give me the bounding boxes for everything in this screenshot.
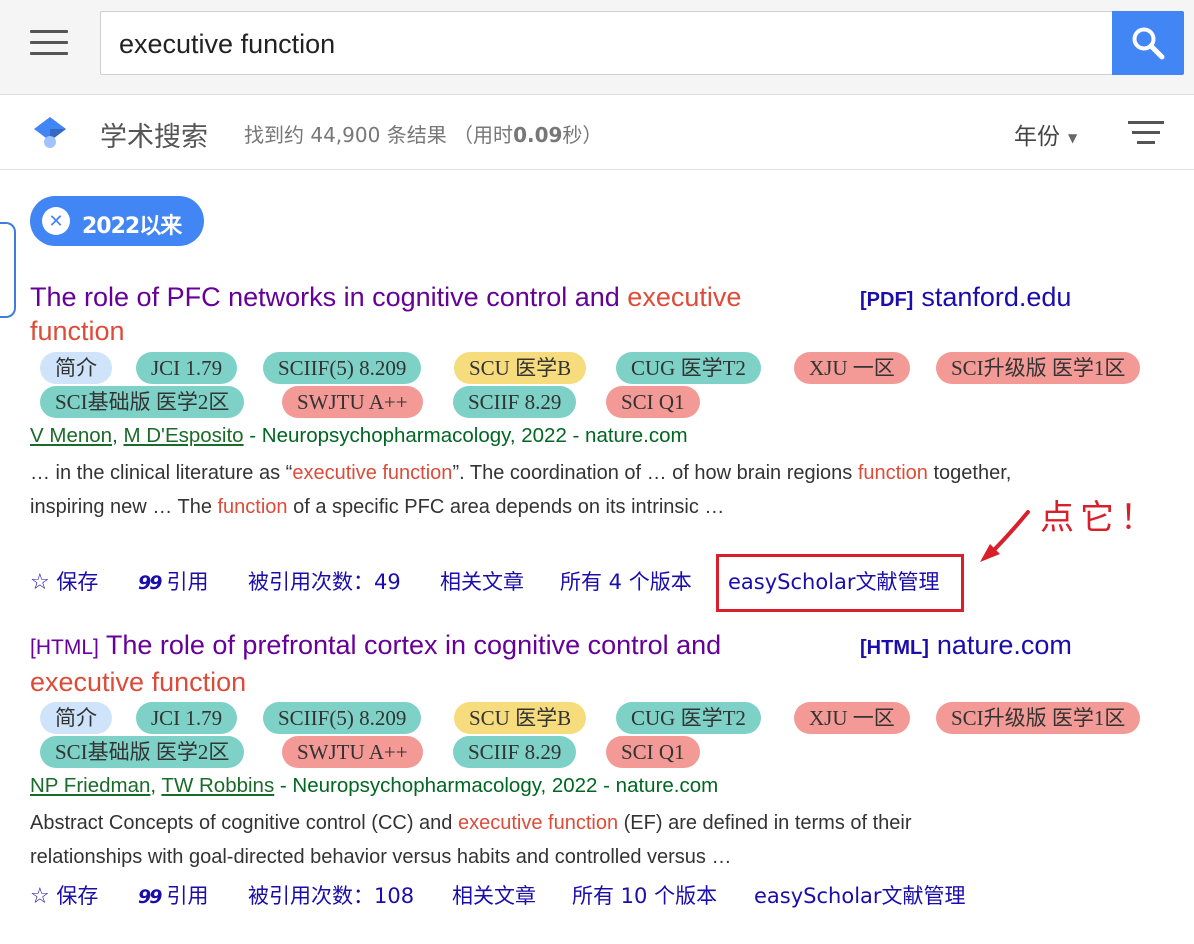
tag-xju: XJU 一区 xyxy=(794,702,910,734)
tag-summary[interactable]: 简介 xyxy=(40,352,112,384)
snippet-highlight: executive function xyxy=(457,812,619,834)
cited-by-link[interactable]: 被引用次数：49 xyxy=(248,566,401,596)
menu-icon[interactable] xyxy=(30,30,68,56)
title-highlight: executive xyxy=(627,282,742,312)
tag-sciif: SCIIF 8.29 xyxy=(453,386,577,418)
tag-sci-basic: SCI基础版 医学2区 xyxy=(40,386,245,418)
year-filter-chip[interactable]: ✕ 2022以来 xyxy=(30,196,204,246)
annotation-text: 点它！ xyxy=(1040,498,1160,538)
result-meta: NP Friedman, TW Robbins - Neuropsychopha… xyxy=(30,774,719,797)
chevron-down-icon: ▼ xyxy=(1068,130,1078,145)
scholar-logo-icon[interactable] xyxy=(32,115,68,149)
related-articles-link[interactable]: 相关文章 xyxy=(440,566,524,596)
author-link[interactable]: M D'Esposito xyxy=(123,424,243,447)
related-articles-link[interactable]: 相关文章 xyxy=(452,880,536,910)
snippet-text: of a specific PFC area depends on its in… xyxy=(287,496,725,518)
title-text: The role of prefrontal cortex in cogniti… xyxy=(105,630,722,660)
tag-jci: JCI 1.79 xyxy=(136,352,238,384)
quote-icon: 99 xyxy=(138,886,162,908)
all-versions-link[interactable]: 所有 10 个版本 xyxy=(572,880,717,910)
tag-sci-q1: SCI Q1 xyxy=(606,386,700,418)
top-search-bar xyxy=(0,0,1194,95)
year-filter-label: 年份 xyxy=(1014,124,1060,150)
save-label: 保存 xyxy=(56,884,99,908)
chip-label: 2022以来 xyxy=(82,214,182,239)
fulltext-source: nature.com xyxy=(936,630,1072,660)
tag-swjtu: SWJTU A++ xyxy=(282,386,423,418)
tag-sci-upgrade: SCI升级版 医学1区 xyxy=(936,702,1141,734)
result-venue: - Neuropsychopharmacology, 2022 - nature… xyxy=(243,424,688,447)
tag-scu: SCU 医学B xyxy=(454,702,587,734)
result-count: 找到约 44,900 条结果 （用时0.09秒） xyxy=(244,119,602,148)
title-highlight: function xyxy=(30,316,125,346)
tag-jci: JCI 1.79 xyxy=(136,702,238,734)
scholar-header: 学术搜索 找到约 44,900 条结果 （用时0.09秒） 年份 ▼ xyxy=(0,95,1194,170)
result-meta: V Menon, M D'Esposito - Neuropsychopharm… xyxy=(30,424,688,447)
fulltext-format: [HTML] xyxy=(860,637,929,659)
cite-button[interactable]: 99 引用 xyxy=(138,880,208,910)
all-versions-link[interactable]: 所有 4 个版本 xyxy=(560,566,692,596)
title-highlight: executive function xyxy=(30,667,247,697)
search-input[interactable] xyxy=(117,12,1101,76)
tag-xju: XJU 一区 xyxy=(794,352,910,384)
result-time: 0.09 xyxy=(513,123,563,147)
tag-sci-q1: SCI Q1 xyxy=(606,736,700,768)
author-link[interactable]: NP Friedman xyxy=(30,774,150,797)
author-link[interactable]: V Menon xyxy=(30,424,112,447)
fulltext-source: stanford.edu xyxy=(921,282,1072,312)
title-format: [HTML] xyxy=(30,636,99,659)
tag-swjtu: SWJTU A++ xyxy=(282,736,423,768)
snippet-text: ”. The coordination of … of how brain re… xyxy=(452,462,858,484)
snippet-highlight: executive function xyxy=(292,462,453,484)
snippet-text: … in the clinical literature as “ xyxy=(30,462,293,484)
cite-button[interactable]: 99 引用 xyxy=(138,566,208,596)
fulltext-link[interactable]: [PDF] stanford.edu xyxy=(860,280,1071,317)
easyscholar-link[interactable]: easyScholar文献管理 xyxy=(754,880,966,910)
arrow-icon xyxy=(980,510,1030,562)
tag-cug: CUG 医学T2 xyxy=(616,352,761,384)
tag-sciif: SCIIF 8.29 xyxy=(453,736,577,768)
cite-label: 引用 xyxy=(166,570,209,594)
snippet-highlight: function xyxy=(857,462,928,484)
scholar-brand[interactable]: 学术搜索 xyxy=(100,115,208,154)
result-count-suffix: 秒） xyxy=(562,123,603,147)
save-button[interactable]: ☆ 保存 xyxy=(30,566,98,596)
tag-sciif5: SCIIF(5) 8.209 xyxy=(263,702,422,734)
tag-scu: SCU 医学B xyxy=(454,352,587,384)
fulltext-format: [PDF] xyxy=(860,289,914,311)
search-button[interactable] xyxy=(1112,11,1184,75)
save-button[interactable]: ☆ 保存 xyxy=(30,880,98,910)
title-text: The role of PFC networks in cognitive co… xyxy=(30,282,628,312)
easyscholar-link[interactable]: easyScholar文献管理 xyxy=(728,566,940,596)
filter-icon[interactable] xyxy=(1128,121,1164,145)
cite-label: 引用 xyxy=(166,884,209,908)
result-snippet: … in the clinical literature as “executi… xyxy=(30,456,1020,524)
year-filter-dropdown[interactable]: 年份 ▼ xyxy=(1014,117,1077,151)
star-icon: ☆ xyxy=(30,570,50,595)
tag-sciif5: SCIIF(5) 8.209 xyxy=(263,352,422,384)
search-icon xyxy=(1132,27,1165,60)
snippet-text: Abstract Concepts of cognitive control (… xyxy=(30,812,458,834)
save-label: 保存 xyxy=(56,570,99,594)
result-title-link[interactable]: The role of PFC networks in cognitive co… xyxy=(30,280,850,348)
snippet-highlight: function xyxy=(217,496,288,518)
search-box xyxy=(100,11,1112,76)
author-link[interactable]: TW Robbins xyxy=(161,774,274,797)
tag-summary[interactable]: 简介 xyxy=(40,702,112,734)
result-snippet: Abstract Concepts of cognitive control (… xyxy=(30,806,1020,874)
result-title-link[interactable]: [HTML] The role of prefrontal cortex in … xyxy=(30,628,850,699)
close-icon[interactable]: ✕ xyxy=(42,207,70,235)
tag-sci-basic: SCI基础版 医学2区 xyxy=(40,736,245,768)
result-venue: - Neuropsychopharmacology, 2022 - nature… xyxy=(274,774,719,797)
quote-icon: 99 xyxy=(138,572,162,594)
scrollbar-handle[interactable] xyxy=(0,222,16,318)
cited-by-link[interactable]: 被引用次数：108 xyxy=(248,880,414,910)
tag-cug: CUG 医学T2 xyxy=(616,702,761,734)
tag-sci-upgrade: SCI升级版 医学1区 xyxy=(936,352,1141,384)
fulltext-link[interactable]: [HTML] nature.com xyxy=(860,628,1072,665)
star-icon: ☆ xyxy=(30,884,50,909)
result-count-prefix: 找到约 44,900 条结果 （用时 xyxy=(244,123,514,147)
